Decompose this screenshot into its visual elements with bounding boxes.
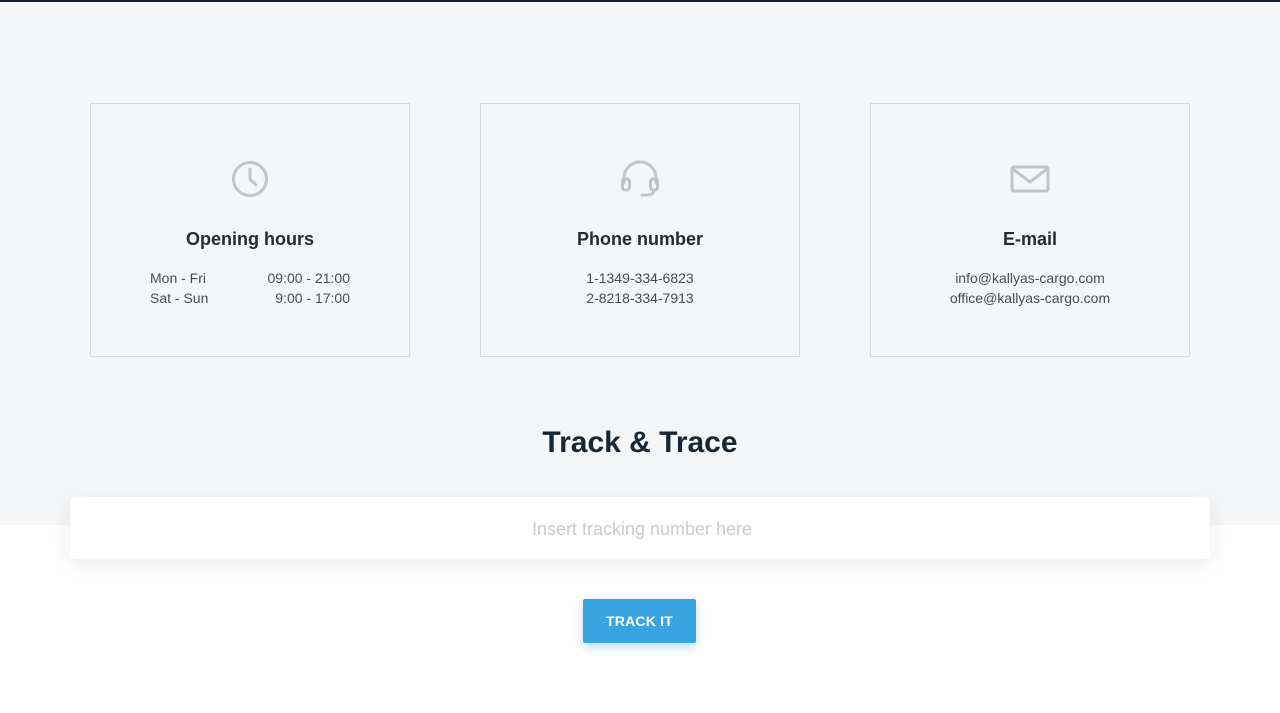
hours-list: Mon - Fri 09:00 - 21:00 Sat - Sun 9:00 -… <box>91 269 409 308</box>
headset-icon <box>619 158 661 200</box>
hours-row-weekdays: Mon - Fri 09:00 - 21:00 <box>150 269 350 289</box>
email-address-1[interactable]: info@kallyas-cargo.com <box>871 269 1189 289</box>
card-title: Phone number <box>576 229 703 249</box>
email-card: E-mail info@kallyas-cargo.com office@kal… <box>870 103 1190 357</box>
phone-list: 1-1349-334-6823 2-8218-334-7913 <box>481 269 799 308</box>
tracking-number-input[interactable] <box>70 497 1214 561</box>
hours-day: Mon - Fri <box>150 270 206 286</box>
phone-number-card: Phone number 1-1349-334-6823 2-8218-334-… <box>480 103 800 357</box>
envelope-icon <box>1009 158 1051 200</box>
card-title: E-mail <box>1002 229 1058 249</box>
clock-icon <box>229 158 271 200</box>
phone-number-2[interactable]: 2-8218-334-7913 <box>481 289 799 309</box>
hours-row-weekend: Sat - Sun 9:00 - 17:00 <box>150 289 350 309</box>
opening-hours-card: Opening hours Mon - Fri 09:00 - 21:00 Sa… <box>90 103 410 357</box>
track-trace-heading: Track & Trace <box>542 426 738 459</box>
tracking-field <box>70 497 1214 561</box>
track-it-button[interactable]: TRACK IT <box>583 599 696 643</box>
hours-day: Sat - Sun <box>150 289 209 306</box>
email-list: info@kallyas-cargo.com office@kallyas-ca… <box>871 269 1189 308</box>
phone-number-1[interactable]: 1-1349-334-6823 <box>481 269 799 289</box>
hours-time: 9:00 - 17:00 <box>275 289 350 306</box>
email-address-2[interactable]: office@kallyas-cargo.com <box>871 289 1189 309</box>
card-title: Opening hours <box>186 229 314 249</box>
hours-time: 09:00 - 21:00 <box>267 270 350 286</box>
